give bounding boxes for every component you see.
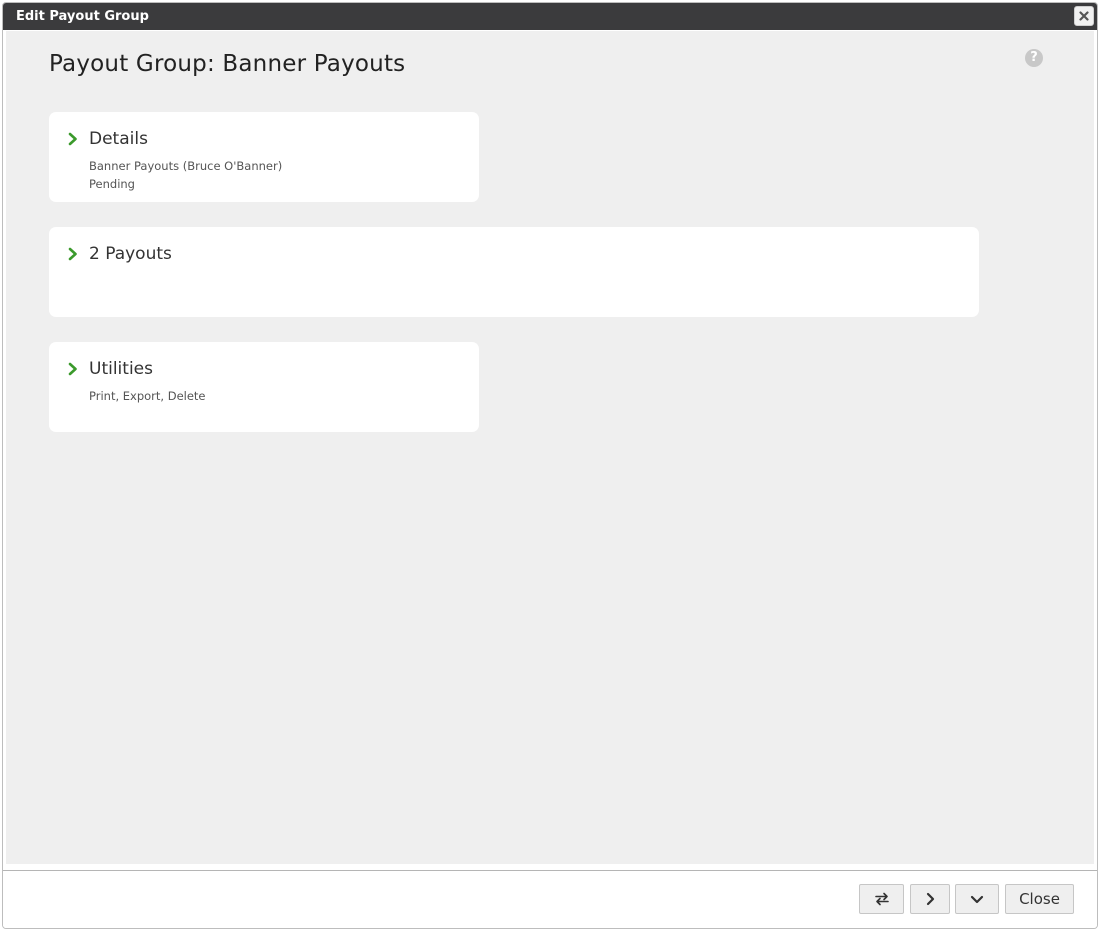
edit-payout-group-dialog: Edit Payout Group Payout Group: Banner P…	[2, 2, 1098, 929]
dialog-close-button[interactable]	[1074, 6, 1094, 26]
details-title: Details	[89, 129, 148, 149]
page-title: Payout Group: Banner Payouts	[49, 51, 406, 77]
expand-button[interactable]	[955, 884, 999, 914]
dialog-title: Edit Payout Group	[16, 9, 149, 24]
dialog-footer: Close	[3, 870, 1097, 928]
utilities-title: Utilities	[89, 359, 153, 379]
close-button[interactable]: Close	[1005, 884, 1074, 914]
payouts-title: 2 Payouts	[89, 244, 172, 264]
chevron-right-icon	[68, 362, 77, 376]
chevron-down-icon	[970, 895, 984, 904]
details-card-header: Details	[67, 129, 148, 149]
close-icon	[1079, 11, 1089, 21]
details-summary-name: Banner Payouts (Bruce O'Banner)	[89, 159, 283, 173]
payouts-card[interactable]: 2 Payouts	[49, 227, 979, 317]
swap-arrows-icon	[874, 892, 889, 906]
dialog-content: Payout Group: Banner Payouts ? Details B…	[6, 31, 1094, 864]
chevron-right-icon	[926, 892, 935, 906]
details-card[interactable]: Details Banner Payouts (Bruce O'Banner) …	[49, 112, 479, 202]
utilities-summary: Print, Export, Delete	[89, 389, 206, 403]
utilities-card-header: Utilities	[67, 359, 153, 379]
payouts-card-header: 2 Payouts	[67, 244, 172, 264]
chevron-right-icon	[68, 247, 77, 261]
next-button[interactable]	[910, 884, 950, 914]
swap-button[interactable]	[859, 884, 904, 914]
chevron-right-icon	[68, 132, 77, 146]
details-summary-status: Pending	[89, 177, 135, 191]
question-circle-icon[interactable]: ?	[1025, 49, 1043, 67]
dialog-titlebar: Edit Payout Group	[3, 3, 1097, 30]
utilities-card[interactable]: Utilities Print, Export, Delete	[49, 342, 479, 432]
